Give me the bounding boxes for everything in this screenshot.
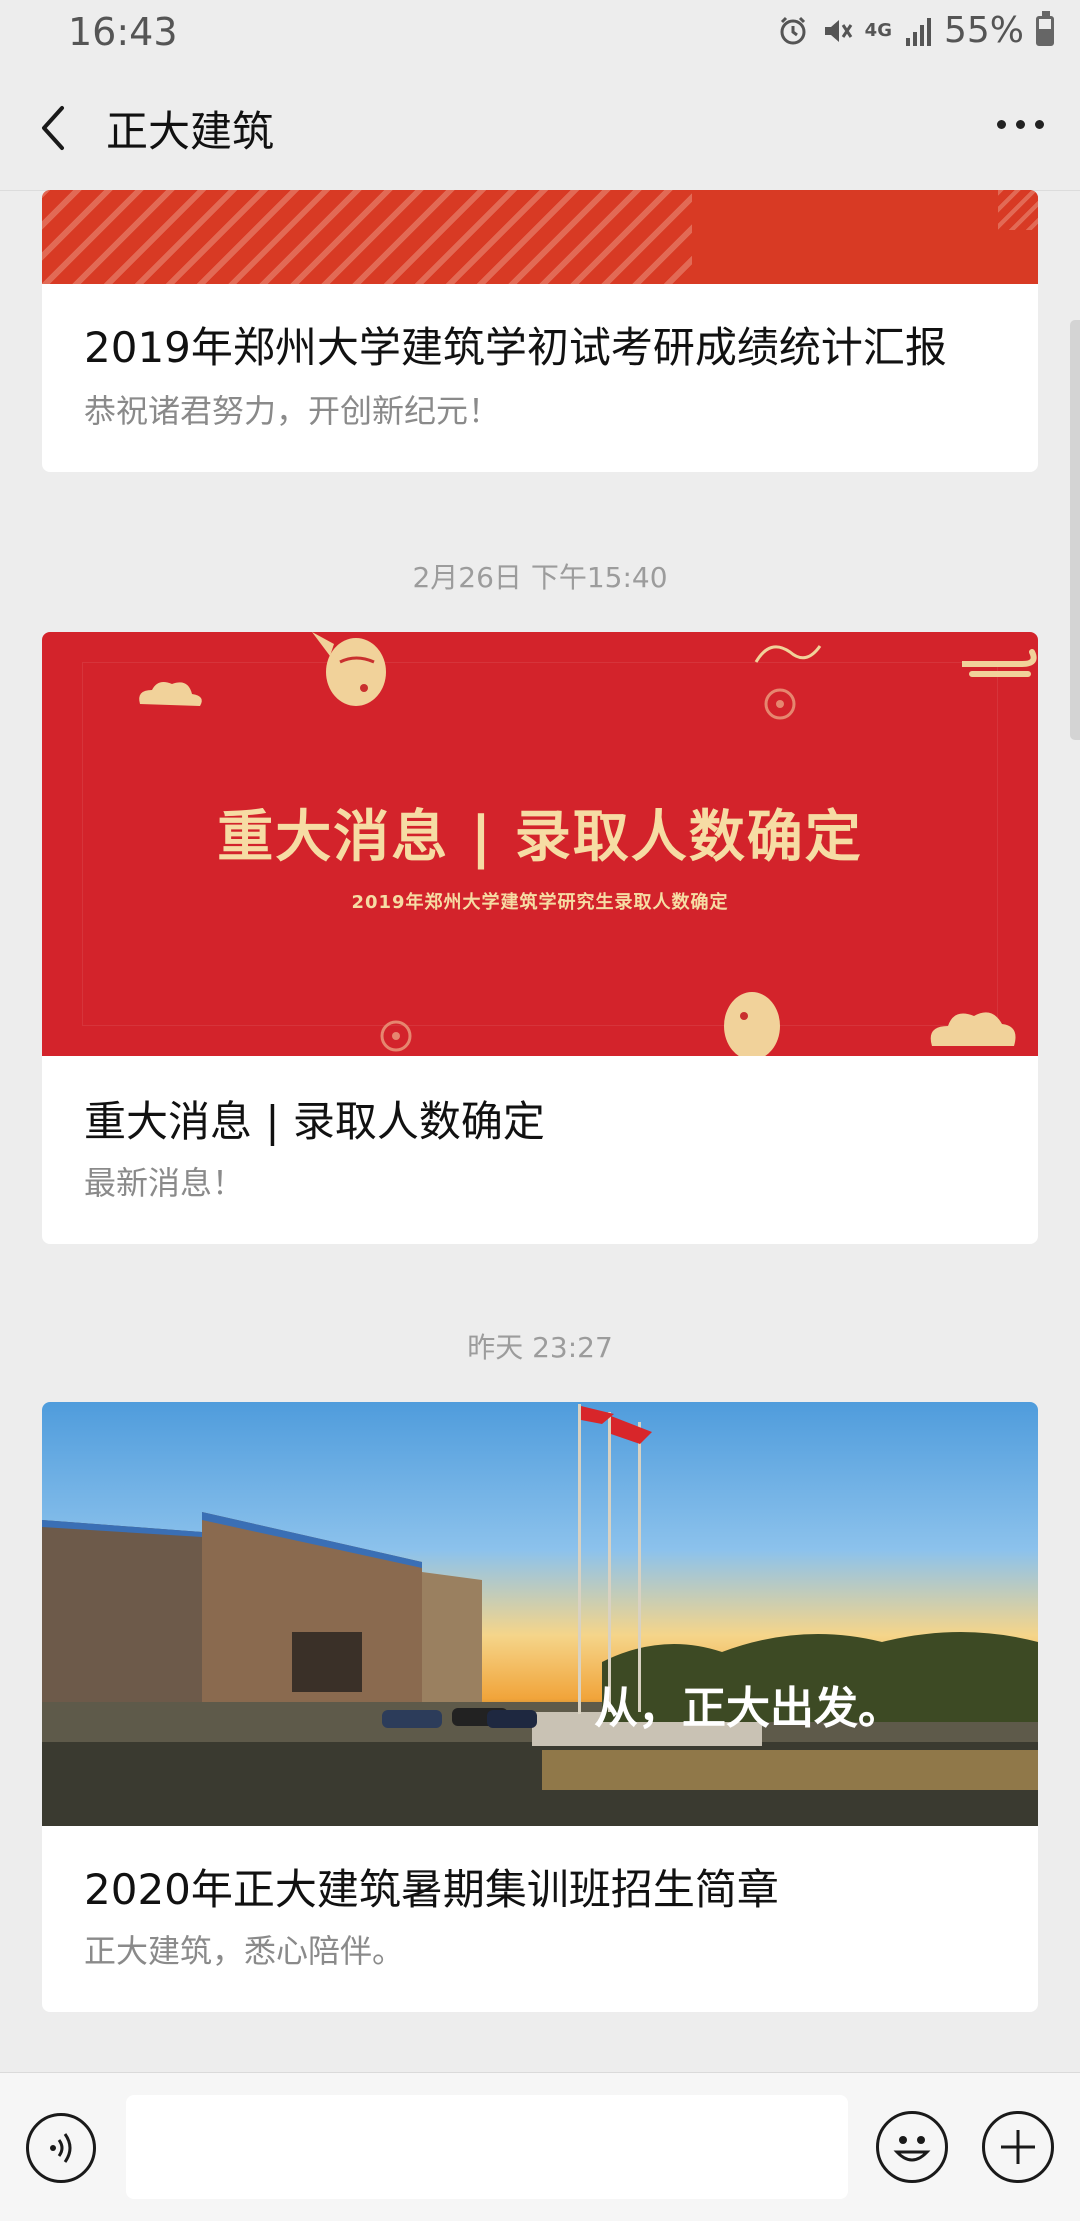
nav-bar: 正大建筑 [0, 66, 1080, 191]
flower-icon [380, 1020, 412, 1052]
status-bar: 16:43 4G 55% [0, 0, 1080, 66]
cover-subheadline: 2019年郑州大学建筑学研究生录取人数确定 [351, 892, 729, 913]
signal-icon [905, 17, 931, 46]
status-icons: 4G 55% [777, 10, 1054, 51]
article-card[interactable]: 2019年郑州大学建筑学初试考研成绩统计汇报 恭祝诸君努力，开创新纪元！ [42, 190, 1038, 472]
network-type: 4G [864, 20, 892, 41]
battery-percent: 55% [943, 10, 1024, 51]
message-timestamp: 2月26日 下午15:40 [412, 561, 668, 594]
article-title: 2019年郑州大学建筑学初试考研成绩统计汇报 [84, 323, 947, 372]
scrollbar-thumb[interactable] [1070, 320, 1080, 740]
cover-overlay-text: 从，正大出发。 [594, 1683, 902, 1734]
flower-icon [764, 688, 796, 720]
article-subtitle: 最新消息！ [84, 1164, 245, 1202]
plus-icon[interactable] [982, 2111, 1054, 2183]
article-cover: 从，正大出发。 [42, 1402, 1038, 1826]
article-card[interactable]: 从，正大出发。 2020年正大建筑暑期集训班招生简章 正大建筑，悉心陪伴。 [42, 1402, 1038, 2012]
mute-icon [824, 19, 852, 42]
cloud-icon [139, 682, 202, 706]
battery-icon [1036, 10, 1054, 46]
status-time: 16:43 [68, 10, 178, 54]
article-subtitle: 恭祝诸君努力，开创新纪元！ [84, 392, 501, 430]
message-timestamp: 昨天 23:27 [467, 1331, 613, 1364]
article-subtitle: 正大建筑，悉心陪伴。 [84, 1932, 405, 1970]
cover-pattern [998, 190, 1038, 230]
alarm-icon [780, 16, 806, 44]
cloud-icon [754, 645, 822, 663]
article-cover: 重大消息 | 录取人数确定 2019年郑州大学建筑学研究生录取人数确定 [42, 632, 1038, 1056]
article-card[interactable]: 重大消息 | 录取人数确定 2019年郑州大学建筑学研究生录取人数确定 重大消息… [42, 632, 1038, 1244]
article-title: 2020年正大建筑暑期集训班招生简章 [84, 1865, 779, 1914]
cover-headline: 重大消息 | 录取人数确定 [217, 805, 863, 870]
fish-icon [312, 632, 386, 706]
page-title: 正大建筑 [106, 107, 275, 156]
input-bar [0, 2072, 1080, 2221]
back-icon[interactable] [34, 102, 74, 154]
fish-icon [724, 992, 780, 1056]
message-input[interactable] [126, 2095, 848, 2199]
more-dots-icon[interactable] [997, 120, 1044, 129]
cover-pattern [42, 190, 692, 284]
cloud-icon [962, 649, 1037, 677]
campus-building-image [42, 1404, 1038, 1826]
article-title: 重大消息 | 录取人数确定 [84, 1097, 545, 1146]
voice-icon[interactable] [26, 2113, 96, 2183]
cloud-icon [930, 1012, 1016, 1046]
article-cover [42, 190, 1038, 284]
emoji-icon[interactable] [876, 2111, 948, 2183]
